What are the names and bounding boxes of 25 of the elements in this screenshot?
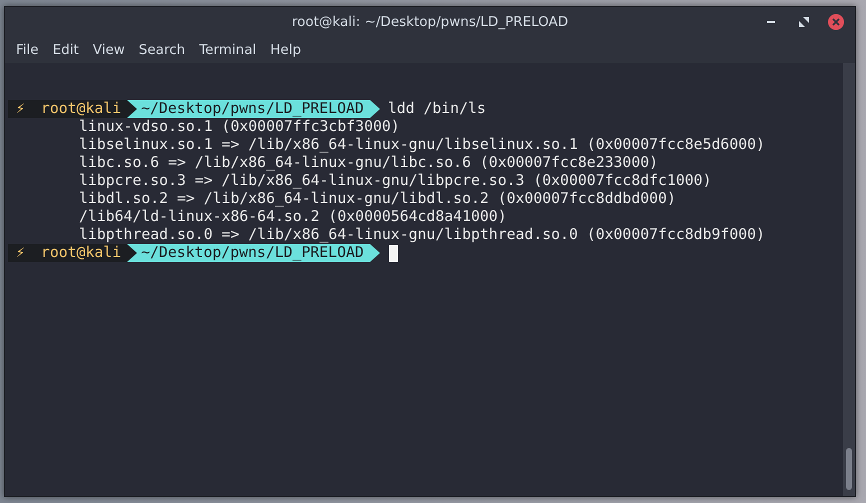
prompt-symbol: ⚡ xyxy=(16,100,25,118)
output-line: /lib64/ld-linux-x86-64.so.2 (0x0000564cd8a41000) xyxy=(78,208,507,226)
close-button[interactable] xyxy=(827,13,845,31)
menu-item[interactable]: View xyxy=(86,39,132,61)
output-line: libdl.so.2 => /lib/x86_64-linux-gnu/libdl.so.2 (0x00007fcc8ddbd000) xyxy=(78,190,676,208)
prompt-user: root@kali xyxy=(40,100,122,118)
maximize-icon xyxy=(799,17,809,27)
menu-item[interactable]: Help xyxy=(263,39,308,61)
command-text: ldd /bin/ls xyxy=(388,100,486,118)
menu-item[interactable]: File xyxy=(9,39,46,61)
output-line: libpcre.so.3 => /lib/x86_64-linux-gnu/libpcre.so.3 (0x00007fcc8dfc1000) xyxy=(78,172,712,190)
menu-item[interactable]: Edit xyxy=(46,39,86,61)
close-icon xyxy=(827,13,845,31)
output-line: libc.so.6 => /lib/x86_64-linux-gnu/libc.so.6 (0x00007fcc8e233000) xyxy=(78,154,658,172)
output-line: libpthread.so.0 => /lib/x86_64-linux-gnu/libpthread.so.0 (0x00007fcc8db9f000) xyxy=(78,226,765,244)
menu-item[interactable]: Search xyxy=(132,39,192,61)
scrollbar[interactable] xyxy=(843,63,855,496)
window-title: root@kali: ~/Desktop/pwns/LD_PRELOAD xyxy=(292,14,568,30)
minimize-icon xyxy=(767,20,777,24)
scrollbar-thumb[interactable] xyxy=(846,448,852,490)
output-line: linux-vdso.so.1 (0x00007ffc3cbf3000) xyxy=(78,118,400,136)
prompt-user: root@kali xyxy=(40,244,122,262)
output-line: libselinux.so.1 => /lib/x86_64-linux-gnu/libselinux.so.1 (0x00007fcc8e5d6000) xyxy=(78,136,765,154)
prompt-symbol: ⚡ xyxy=(16,244,25,262)
menu-item[interactable]: Terminal xyxy=(192,39,264,61)
